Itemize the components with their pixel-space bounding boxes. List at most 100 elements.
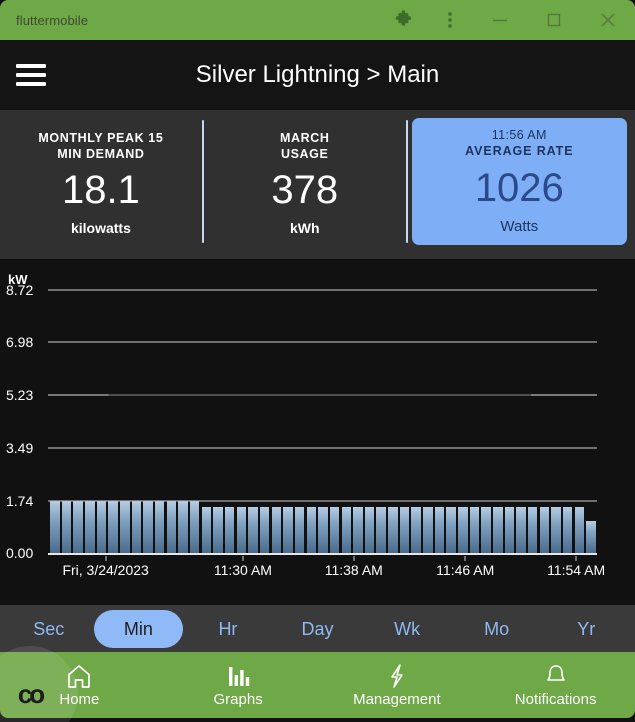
chart-bar	[143, 500, 153, 553]
chart-bar	[189, 500, 200, 553]
period-tab-day[interactable]: Day	[273, 610, 363, 648]
stat-unit: kWh	[289, 220, 320, 237]
chart-bar	[61, 500, 72, 553]
period-tab-bar[interactable]: Sec Min Hr Day Wk Mo Yr	[0, 605, 635, 652]
window-title: fluttermobile	[16, 12, 89, 28]
chart-x-tick-mark	[464, 556, 466, 561]
hamburger-bar	[16, 73, 46, 77]
chart-bar	[294, 507, 305, 553]
hamburger-bar	[16, 64, 46, 68]
page-title: Silver Lightning > Main	[195, 61, 440, 88]
hamburger-menu-icon[interactable]	[0, 64, 58, 86]
stat-card[interactable]: 11:56 AM AVERAGE RATE 1026 Watts	[411, 118, 627, 245]
chart-x-tick-label: 11:38 AM	[324, 562, 383, 578]
nav-item-notifications[interactable]: Notifications	[476, 663, 635, 708]
chart-y-tick-label: 1.74	[6, 492, 34, 509]
chart-bar	[73, 500, 83, 553]
chart-bar	[271, 507, 282, 553]
chart-bar	[224, 507, 235, 553]
chart-bar	[248, 507, 258, 553]
chart-bar	[364, 507, 375, 553]
app-window: fluttermobile Silver Lightning > Main MO…	[0, 0, 635, 722]
chart-bar	[96, 500, 107, 553]
chart-bars	[49, 290, 597, 553]
minimize-button[interactable]	[473, 0, 527, 40]
stat-value: 1026	[474, 165, 564, 210]
chart-bar	[551, 507, 561, 553]
stat-card[interactable]: MARCH USAGE 378 kWh	[204, 114, 406, 253]
maximize-button[interactable]	[527, 0, 581, 40]
window-controls	[381, 0, 635, 40]
nav-label: Notifications	[514, 690, 597, 708]
period-tab-mo[interactable]: Mo	[452, 610, 542, 648]
chart-bar	[341, 507, 351, 553]
stat-caption: 11:56 AM AVERAGE RATE	[465, 128, 573, 159]
chart-x-tick-label: 11:30 AM	[213, 562, 272, 578]
chart-x-tick-label: 11:54 AM	[547, 562, 606, 578]
chart-bar	[155, 500, 165, 553]
chart-bar	[516, 507, 526, 553]
usage-chart[interactable]: kW 0.00 1.74 3.49 5.23 6.98 8.72 Fri, 3/24/20…	[0, 260, 635, 605]
chart-bar	[399, 507, 410, 553]
chart-bar	[562, 507, 573, 553]
chart-bar	[493, 507, 503, 553]
chart-bar	[539, 507, 550, 553]
chart-bar	[318, 507, 328, 553]
stat-card[interactable]: MONTHLY PEAK 15 MIN DEMAND 18.1 kilowatts	[0, 114, 202, 253]
stat-value: 378	[271, 168, 339, 213]
chart-bar	[213, 507, 223, 553]
bell-icon	[541, 663, 571, 689]
chart-x-tick-mark	[353, 556, 355, 561]
period-tab-wk[interactable]: Wk	[362, 610, 452, 648]
period-tab-hr[interactable]: Hr	[183, 610, 273, 648]
chart-y-tick-label: 3.49	[6, 439, 34, 456]
bottom-navigation: Home Graphs Management Notifications co	[0, 646, 635, 722]
chart-bar	[201, 507, 212, 553]
chart-bar	[131, 500, 142, 553]
chart-x-tick-mark	[242, 556, 244, 561]
stat-caption-line1: MARCH	[279, 130, 330, 145]
chart-x-axis	[48, 553, 597, 555]
hamburger-bar	[16, 82, 46, 86]
stat-value: 18.1	[61, 168, 140, 213]
nav-item-management[interactable]: Management	[318, 663, 477, 708]
chart-bar	[481, 507, 491, 553]
overflow-menu-icon[interactable]	[427, 0, 473, 40]
chart-bar	[388, 507, 398, 553]
chart-bar	[574, 507, 585, 553]
lightning-bolt-icon	[382, 663, 412, 689]
chart-bar	[423, 507, 433, 553]
stat-caption-line2: AVERAGE RATE	[465, 144, 574, 158]
chart-bar	[329, 507, 340, 553]
app-header: Silver Lightning > Main	[0, 40, 635, 110]
chart-bar	[411, 507, 421, 553]
chart-y-tick-label: 5.23	[6, 387, 34, 404]
chart-bar	[528, 507, 538, 553]
chart-bar	[283, 507, 293, 553]
period-tab-sec[interactable]: Sec	[4, 610, 94, 648]
chart-bar	[353, 507, 363, 553]
chart-x-tick-label: 11:46 AM	[436, 562, 495, 578]
stat-caption-line2: MIN DEMAND	[57, 146, 145, 161]
stat-caption-line1: 11:56 AM	[491, 128, 547, 143]
chart-bar	[446, 507, 456, 553]
chart-bar	[166, 500, 177, 553]
chart-y-tick-label: 6.98	[6, 334, 34, 351]
nav-item-graphs[interactable]: Graphs	[159, 663, 318, 708]
chart-bar	[120, 500, 130, 553]
chart-bar	[178, 500, 188, 553]
stats-row: MONTHLY PEAK 15 MIN DEMAND 18.1 kilowatts MA…	[0, 110, 635, 260]
chart-x-tick-mark	[105, 556, 107, 561]
period-tab-min[interactable]: Min	[93, 609, 184, 648]
extensions-icon[interactable]	[381, 0, 427, 40]
chart-bar	[85, 500, 95, 553]
close-button[interactable]	[581, 0, 635, 40]
chart-bar	[236, 507, 247, 553]
co-logo-icon[interactable]: co	[0, 646, 78, 722]
period-tab-yr[interactable]: Yr	[541, 610, 631, 648]
chart-bar	[586, 520, 596, 553]
chart-bar	[458, 507, 468, 553]
stat-caption-line1: MONTHLY PEAK 15	[38, 130, 164, 145]
stat-divider	[405, 120, 408, 243]
chart-bar	[504, 507, 515, 553]
